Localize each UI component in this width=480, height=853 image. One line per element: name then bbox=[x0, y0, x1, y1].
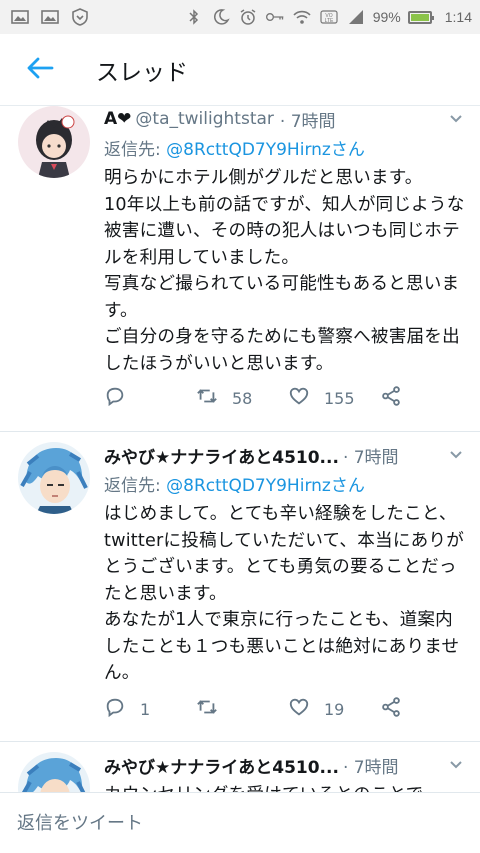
reply-composer bbox=[0, 792, 480, 853]
reply-count: 1 bbox=[140, 699, 151, 719]
key-icon bbox=[265, 8, 285, 26]
reply-to-label: 返信先: bbox=[104, 140, 167, 160]
retweet-count: 58 bbox=[232, 388, 253, 408]
reply-button[interactable] bbox=[104, 385, 196, 411]
gallery-icon bbox=[10, 8, 30, 26]
like-count: 19 bbox=[324, 699, 345, 719]
reply-mention-link[interactable]: @8RcttQD7Y9Hirnzさん bbox=[166, 140, 365, 160]
tweet-menu-button[interactable] bbox=[446, 445, 466, 465]
like-button[interactable]: 155 bbox=[288, 385, 380, 411]
tweet[interactable]: みやび★ナナライあと4510... · 7時間 返信先: @8RcttQD7Y9… bbox=[0, 432, 480, 742]
share-icon bbox=[380, 385, 402, 411]
reply-context: 返信先: @8RcttQD7Y9Hirnzさん bbox=[104, 135, 466, 161]
vpn-shield-icon bbox=[70, 8, 90, 26]
reply-icon bbox=[104, 696, 126, 722]
display-name[interactable]: A❤ bbox=[104, 109, 131, 129]
tweet-text: はじめまして。とても辛い経験をしたこと、twitterに投稿していただいて、本当… bbox=[104, 504, 464, 683]
tweet[interactable]: みやび★ナナライあと4510... · 7時間 カウンセリングを受けているとのこ… bbox=[0, 742, 480, 792]
volte-icon: VO LTE bbox=[319, 8, 339, 26]
back-button[interactable] bbox=[0, 34, 80, 106]
reply-mention-link[interactable]: @8RcttQD7Y9Hirnzさん bbox=[166, 476, 365, 496]
signal-icon bbox=[346, 8, 366, 26]
thread-feed[interactable]: A❤ @ta_twilightstar · 7時間 返信先: @8RcttQD7… bbox=[0, 106, 480, 792]
timestamp: · 7時間 bbox=[342, 447, 399, 468]
retweet-icon bbox=[196, 385, 218, 411]
user-handle[interactable]: @ta_twilightstar bbox=[135, 109, 273, 129]
retweet-button[interactable] bbox=[196, 696, 288, 722]
tweet-header: みやび★ナナライあと4510... · 7時間 bbox=[104, 752, 466, 778]
share-button[interactable] bbox=[380, 696, 472, 722]
avatar[interactable] bbox=[18, 752, 90, 792]
clock: 1:14 bbox=[444, 9, 472, 25]
timestamp: · 7時間 bbox=[342, 757, 399, 778]
like-count: 155 bbox=[324, 388, 355, 408]
tweet-header: A❤ @ta_twilightstar · 7時間 bbox=[104, 106, 466, 132]
wifi-icon bbox=[292, 8, 312, 26]
page-title: スレッド bbox=[96, 59, 188, 86]
display-name[interactable]: みやび★ナナライあと4510... bbox=[104, 443, 339, 468]
heart-icon bbox=[288, 385, 310, 411]
reply-tweet-input[interactable] bbox=[17, 812, 457, 834]
heart-icon bbox=[288, 696, 310, 722]
share-button[interactable] bbox=[380, 385, 472, 411]
reply-to-label: 返信先: bbox=[104, 476, 167, 496]
timestamp: · 7時間 bbox=[279, 111, 336, 132]
display-name[interactable]: みやび★ナナライあと4510... bbox=[104, 753, 339, 778]
reply-button[interactable]: 1 bbox=[104, 696, 196, 722]
like-button[interactable]: 19 bbox=[288, 696, 380, 722]
status-bar: VO LTE 99% 1:14 bbox=[0, 0, 480, 34]
svg-text:LTE: LTE bbox=[324, 18, 333, 24]
tweet[interactable]: A❤ @ta_twilightstar · 7時間 返信先: @8RcttQD7… bbox=[0, 106, 480, 432]
reply-icon bbox=[104, 385, 126, 411]
share-icon bbox=[380, 696, 402, 722]
app-header: スレッド bbox=[0, 34, 480, 106]
tweet-text: 明らかにホテル側がグルだと思います。 10年以上も前の話ですが、知人が同じような… bbox=[104, 168, 465, 374]
chevron-down-icon bbox=[449, 445, 463, 465]
battery-icon bbox=[407, 10, 434, 24]
retweet-icon bbox=[196, 696, 218, 722]
tweet-text: カウンセリングを受けているとのことで bbox=[104, 782, 466, 792]
avatar[interactable] bbox=[18, 442, 90, 514]
chevron-down-icon bbox=[449, 109, 463, 129]
battery-percent: 99% bbox=[372, 9, 401, 25]
alarm-icon bbox=[238, 8, 258, 26]
gallery-icon bbox=[40, 8, 60, 26]
moon-icon bbox=[211, 8, 231, 26]
bluetooth-icon bbox=[184, 8, 204, 26]
avatar[interactable] bbox=[18, 106, 90, 178]
chevron-down-icon bbox=[449, 755, 463, 775]
arrow-left-icon bbox=[26, 56, 54, 84]
tweet-menu-button[interactable] bbox=[446, 109, 466, 129]
tweet-header: みやび★ナナライあと4510... · 7時間 bbox=[104, 442, 466, 468]
retweet-button[interactable]: 58 bbox=[196, 385, 288, 411]
reply-context: 返信先: @8RcttQD7Y9Hirnzさん bbox=[104, 471, 466, 497]
tweet-actions: 1 19 bbox=[104, 695, 472, 723]
tweet-menu-button[interactable] bbox=[446, 755, 466, 775]
tweet-actions: 58 155 bbox=[104, 384, 472, 412]
